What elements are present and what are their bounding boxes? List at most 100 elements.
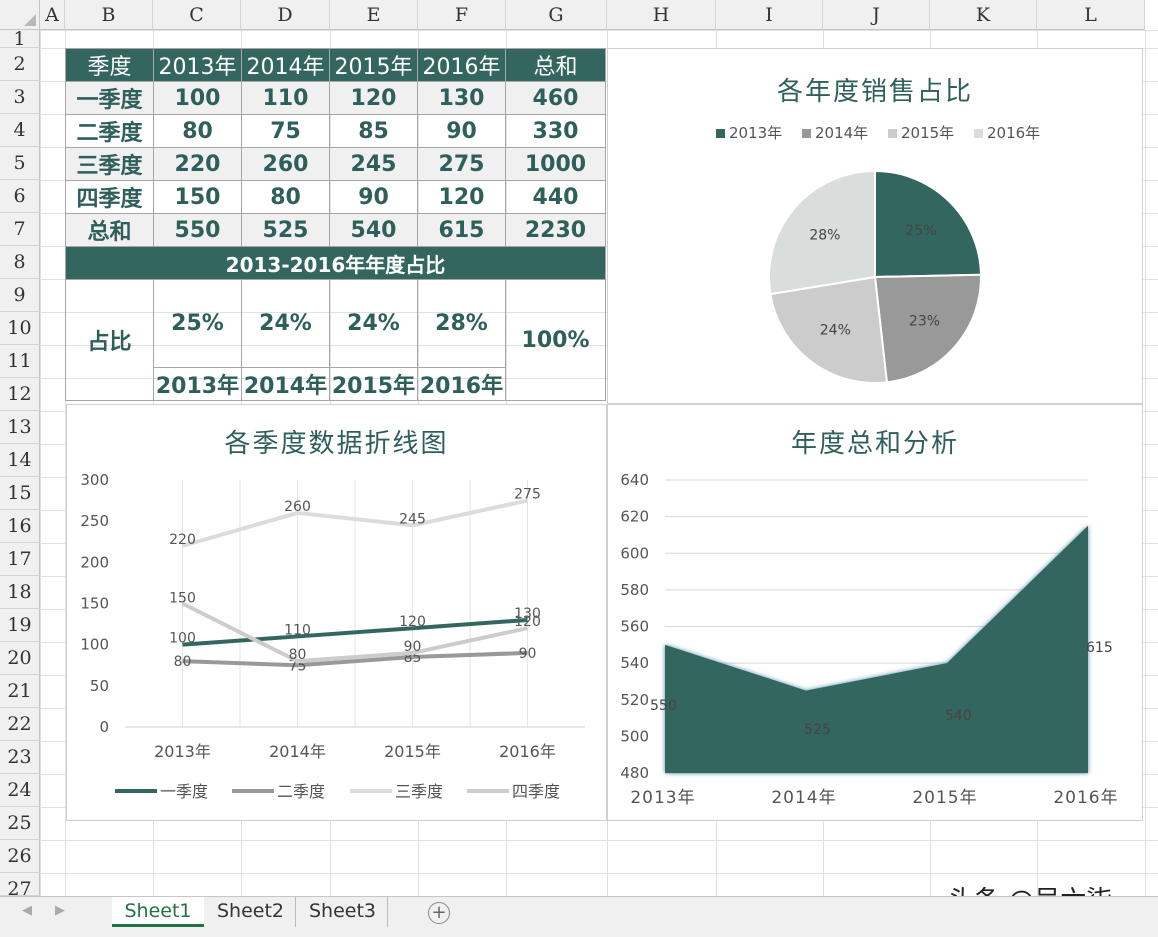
row-header-26[interactable]: 26 xyxy=(0,840,40,873)
row-header-19[interactable]: 19 xyxy=(0,609,40,642)
row-header-7[interactable]: 7 xyxy=(0,213,40,246)
table-cell[interactable]: 440 xyxy=(505,180,606,214)
row-header-4[interactable]: 4 xyxy=(0,114,40,147)
table-cell[interactable]: 120 xyxy=(417,180,506,214)
table-cell[interactable]: 80 xyxy=(153,114,242,148)
row-header-14[interactable]: 14 xyxy=(0,444,40,477)
table-cell[interactable]: 245 xyxy=(329,147,418,181)
row-header-10[interactable]: 10 xyxy=(0,312,40,345)
table-cell[interactable]: 540 xyxy=(329,213,418,247)
column-header-J[interactable]: J xyxy=(823,0,930,30)
area-chart[interactable]: 年度总和分析 640 620 600 580 560 540 520 500 480 550 525… xyxy=(607,404,1143,821)
row-header-22[interactable]: 22 xyxy=(0,708,40,741)
row-header-24[interactable]: 24 xyxy=(0,774,40,807)
sheet-tab-sheet2[interactable]: Sheet2 xyxy=(206,897,296,927)
year-cell[interactable]: 2013年 xyxy=(153,367,242,401)
sheet-tab-sheet3[interactable]: Sheet3 xyxy=(298,897,388,927)
table-cell[interactable]: 90 xyxy=(417,114,506,148)
line-plot: 300 250 200 150 100 50 0 2013年 2014年 2015年 2016年 10… xyxy=(80,471,585,801)
column-header-F[interactable]: F xyxy=(418,0,506,30)
header-cell[interactable]: 2016年 xyxy=(417,48,506,82)
header-cell[interactable]: 2014年 xyxy=(241,48,330,82)
row-header-11[interactable]: 11 xyxy=(0,345,40,378)
row-header-5[interactable]: 5 xyxy=(0,147,40,180)
row-header-6[interactable]: 6 xyxy=(0,180,40,213)
table-cell[interactable]: 550 xyxy=(153,213,242,247)
table-cell[interactable]: 220 xyxy=(153,147,242,181)
table-cell[interactable]: 120 xyxy=(329,81,418,115)
ratio-cell[interactable]: 24% xyxy=(241,279,330,368)
table-cell[interactable]: 2230 xyxy=(505,213,606,247)
table-cell[interactable]: 330 xyxy=(505,114,606,148)
column-header-K[interactable]: K xyxy=(930,0,1037,30)
row-header-17[interactable]: 17 xyxy=(0,543,40,576)
table-cell[interactable]: 150 xyxy=(153,180,242,214)
row-header-8[interactable]: 8 xyxy=(0,246,40,279)
row-header-1[interactable]: 1 xyxy=(0,30,40,49)
table-cell[interactable]: 460 xyxy=(505,81,606,115)
table-cell[interactable]: 130 xyxy=(417,81,506,115)
ratio-cell[interactable]: 25% xyxy=(153,279,242,368)
header-cell[interactable]: 季度 xyxy=(65,48,154,82)
column-header-G[interactable]: G xyxy=(506,0,607,30)
column-header-A[interactable]: A xyxy=(40,0,65,30)
year-cell[interactable]: 2014年 xyxy=(241,367,330,401)
table-cell[interactable]: 110 xyxy=(241,81,330,115)
row-header-27[interactable]: 27 xyxy=(0,873,40,900)
pie-chart[interactable]: 各年度销售占比 2013年 2014年 2015年 2016年 25% 23% 24% 28… xyxy=(607,48,1143,404)
row-header-9[interactable]: 9 xyxy=(0,279,40,312)
column-header-H[interactable]: H xyxy=(607,0,716,30)
row-header-20[interactable]: 20 xyxy=(0,642,40,675)
table-cell[interactable]: 100 xyxy=(153,81,242,115)
table-cell[interactable]: 615 xyxy=(417,213,506,247)
table-cell[interactable]: 90 xyxy=(329,180,418,214)
table-cell[interactable]: 260 xyxy=(241,147,330,181)
table-cell[interactable]: 85 xyxy=(329,114,418,148)
table-cell[interactable]: 二季度 xyxy=(65,114,154,148)
row-header-2[interactable]: 2 xyxy=(0,48,40,81)
row-header-21[interactable]: 21 xyxy=(0,675,40,708)
ratio-cell[interactable]: 28% xyxy=(417,279,506,368)
table-cell[interactable]: 四季度 xyxy=(65,180,154,214)
x-tick-label: 2016年 xyxy=(499,742,556,761)
header-cell[interactable]: 2013年 xyxy=(153,48,242,82)
banner-cell[interactable]: 2013-2016年年度占比 xyxy=(65,246,606,280)
table-cell[interactable]: 总和 xyxy=(65,213,154,247)
ratio-total-cell[interactable]: 100% xyxy=(505,279,606,401)
row-header-15[interactable]: 15 xyxy=(0,477,40,510)
row-header-3[interactable]: 3 xyxy=(0,81,40,114)
scroll-left-icon[interactable]: ◀ xyxy=(22,903,32,918)
scroll-right-icon[interactable]: ▶ xyxy=(55,903,65,918)
row-header-25[interactable]: 25 xyxy=(0,807,40,840)
row-header-12[interactable]: 12 xyxy=(0,378,40,411)
sheet-tab-sheet1[interactable]: Sheet1 xyxy=(112,897,204,927)
column-header-E[interactable]: E xyxy=(330,0,418,30)
add-sheet-icon[interactable]: + xyxy=(428,902,450,924)
header-cell[interactable]: 2015年 xyxy=(329,48,418,82)
column-header-B[interactable]: B xyxy=(65,0,153,30)
line-chart[interactable]: 各季度数据折线图 300 250 200 150 100 50 0 2013年 2014年 201… xyxy=(66,404,607,821)
row-header-18[interactable]: 18 xyxy=(0,576,40,609)
column-header-D[interactable]: D xyxy=(241,0,330,30)
table-cell[interactable]: 275 xyxy=(417,147,506,181)
header-cell[interactable]: 总和 xyxy=(505,48,606,82)
table-cell[interactable]: 一季度 xyxy=(65,81,154,115)
ratio-label-cell[interactable]: 占比 xyxy=(65,279,154,401)
x-tick-label: 2016年 xyxy=(1053,788,1118,808)
year-cell[interactable]: 2016年 xyxy=(417,367,506,401)
row-header-13[interactable]: 13 xyxy=(0,411,40,444)
ratio-cell[interactable]: 24% xyxy=(329,279,418,368)
column-header-C[interactable]: C xyxy=(153,0,241,30)
row-header-16[interactable]: 16 xyxy=(0,510,40,543)
column-header-L[interactable]: L xyxy=(1037,0,1145,30)
column-header-I[interactable]: I xyxy=(716,0,823,30)
row-header-23[interactable]: 23 xyxy=(0,741,40,774)
sheet-tab-bar: ◀ ▶ Sheet1 Sheet2 Sheet3 + xyxy=(0,896,1158,937)
table-cell[interactable]: 525 xyxy=(241,213,330,247)
table-cell[interactable]: 三季度 xyxy=(65,147,154,181)
table-cell[interactable]: 1000 xyxy=(505,147,606,181)
table-cell[interactable]: 75 xyxy=(241,114,330,148)
year-cell[interactable]: 2015年 xyxy=(329,367,418,401)
select-all-corner[interactable] xyxy=(0,0,40,30)
table-cell[interactable]: 80 xyxy=(241,180,330,214)
